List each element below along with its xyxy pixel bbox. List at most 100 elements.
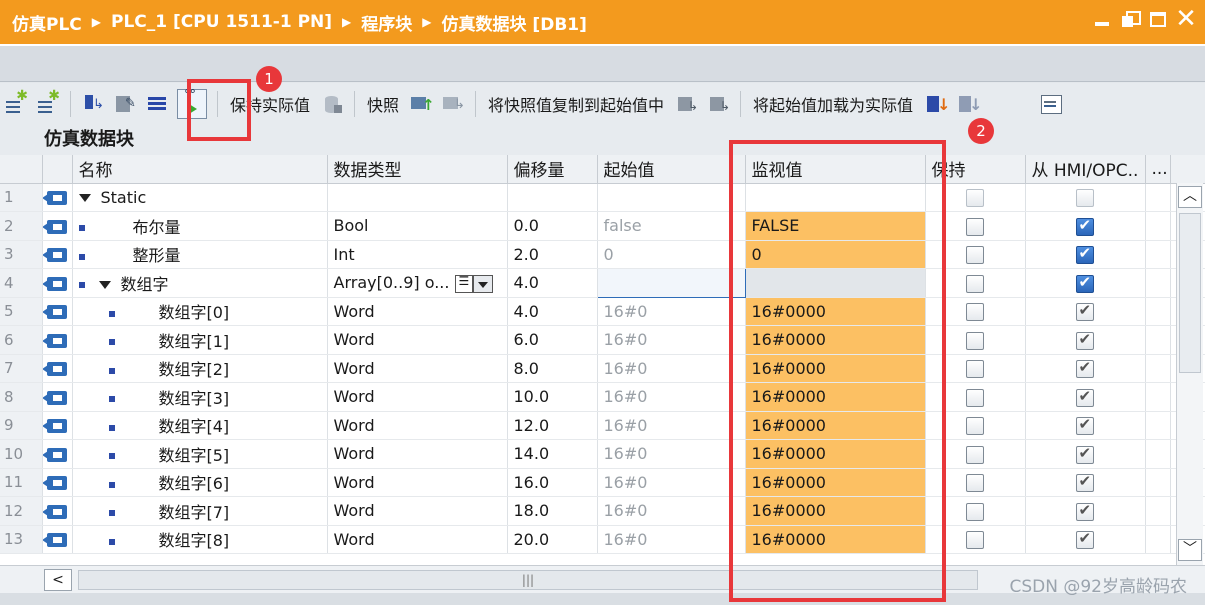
name-cell[interactable]: 数组字[8] — [72, 525, 328, 554]
retain-cell[interactable] — [925, 183, 1026, 212]
hmi-cell[interactable] — [1025, 211, 1146, 241]
column-header-offset[interactable]: 偏移量 — [507, 155, 598, 184]
hmi-cell[interactable] — [1025, 354, 1146, 383]
retain-checkbox[interactable] — [965, 217, 984, 236]
retain-checkbox[interactable] — [965, 388, 984, 407]
retain-checkbox[interactable] — [965, 303, 984, 321]
edit-icon[interactable] — [113, 92, 137, 116]
hmi-checkbox[interactable] — [1075, 244, 1094, 264]
name-cell[interactable]: Static — [72, 183, 328, 212]
hmi-cell[interactable] — [1025, 496, 1146, 526]
retain-cell[interactable] — [925, 211, 1026, 241]
hmi-checkbox[interactable] — [1075, 273, 1094, 293]
hmi-cell[interactable] — [1025, 268, 1146, 298]
name-cell[interactable]: 数组字[4] — [72, 411, 328, 440]
name-cell[interactable]: 整形量 — [72, 240, 328, 269]
retain-cell[interactable] — [925, 525, 1026, 554]
start-value-cell[interactable] — [596, 268, 746, 298]
start-value-cell[interactable] — [597, 183, 746, 212]
name-cell[interactable]: 数组字[3] — [72, 382, 328, 412]
array-editor-icon[interactable] — [455, 274, 474, 293]
retain-checkbox[interactable] — [965, 331, 984, 350]
hmi-cell[interactable] — [1025, 240, 1146, 269]
type-cell[interactable]: Array[0..9] o... — [327, 268, 508, 298]
hmi-cell[interactable] — [1025, 297, 1146, 326]
hmi-checkbox[interactable] — [1075, 216, 1094, 236]
monitor-all-icon[interactable] — [177, 88, 207, 119]
retain-checkbox[interactable] — [965, 445, 984, 464]
retain-checkbox[interactable] — [965, 246, 984, 264]
table-row[interactable]: 13 数组字[8] Word 20.0 16#0 16#0000 — [0, 525, 1205, 554]
snapshot-apply-icon[interactable] — [441, 92, 465, 116]
monitor-value-cell[interactable]: 16#0000 — [745, 439, 926, 469]
hmi-checkbox[interactable] — [1075, 415, 1094, 435]
retain-cell[interactable] — [925, 240, 1026, 269]
type-cell[interactable]: Word — [327, 439, 508, 469]
start-value-cell[interactable]: 16#0 — [597, 525, 746, 554]
hmi-cell[interactable] — [1025, 382, 1146, 412]
name-cell[interactable]: 数组字[0] — [72, 297, 328, 326]
retain-cell[interactable] — [925, 354, 1026, 383]
type-cell[interactable]: Bool — [327, 211, 508, 241]
retain-cell[interactable] — [925, 325, 1026, 355]
scroll-up-icon[interactable]: ︿ — [1178, 186, 1202, 208]
panel-layout-icon[interactable] — [1039, 92, 1063, 116]
snapshot-button[interactable]: 快照 — [367, 92, 399, 116]
type-cell[interactable]: Word — [327, 325, 508, 355]
breadcrumb-plc[interactable]: PLC_1 [CPU 1511-1 PN] — [111, 12, 332, 32]
monitor-value-cell[interactable]: FALSE — [745, 211, 926, 241]
table-row[interactable]: 8 数组字[3] Word 10.0 16#0 16#0000 — [0, 382, 1205, 412]
column-header-hmi-opc[interactable]: 从 HMI/OPC.. — [1025, 155, 1146, 184]
table-row[interactable]: 12 数组字[7] Word 18.0 16#0 16#0000 — [0, 496, 1205, 526]
column-header-datatype[interactable]: 数据类型 — [327, 155, 508, 184]
hmi-checkbox[interactable] — [1075, 529, 1094, 549]
retain-checkbox[interactable] — [965, 189, 984, 207]
type-cell[interactable]: Word — [327, 411, 508, 440]
database-icon[interactable] — [320, 92, 344, 116]
hmi-checkbox[interactable] — [1075, 358, 1094, 378]
type-cell[interactable]: Word — [327, 496, 508, 526]
start-value-cell[interactable]: 16#0 — [597, 325, 746, 355]
start-value-cell[interactable]: 16#0 — [597, 297, 746, 326]
retain-checkbox[interactable] — [965, 531, 984, 549]
retain-cell[interactable] — [925, 382, 1026, 412]
maximize-icon[interactable] — [1147, 8, 1169, 30]
retain-cell[interactable] — [925, 268, 1026, 298]
copy-all-icon[interactable] — [674, 92, 698, 116]
hmi-cell[interactable] — [1025, 439, 1146, 469]
start-value-cell[interactable]: false — [597, 211, 746, 241]
hmi-cell[interactable] — [1025, 325, 1146, 355]
type-cell[interactable]: Word — [327, 297, 508, 326]
type-cell[interactable]: Int — [327, 240, 508, 269]
copy-selected-icon[interactable] — [706, 92, 730, 116]
retain-cell[interactable] — [925, 468, 1026, 497]
hmi-cell[interactable] — [1025, 525, 1146, 554]
monitor-value-cell[interactable]: 16#0000 — [745, 382, 926, 412]
breadcrumb-db[interactable]: 仿真数据块 [DB1] — [442, 10, 587, 35]
start-value-cell[interactable]: 16#0 — [597, 382, 746, 412]
table-row[interactable]: 3 整形量 Int 2.0 0 0 — [0, 240, 1205, 269]
type-cell[interactable]: Word — [327, 468, 508, 497]
start-value-cell[interactable]: 16#0 — [597, 354, 746, 383]
start-value-cell[interactable]: 16#0 — [597, 468, 746, 497]
start-value-cell[interactable]: 16#0 — [597, 411, 746, 440]
vertical-scrollbar[interactable]: ︿ ﹀ — [1176, 183, 1203, 565]
retain-checkbox[interactable] — [965, 274, 984, 293]
column-header-start-value[interactable]: 起始值 — [597, 155, 746, 184]
column-header-name[interactable]: 名称 — [72, 155, 328, 184]
retain-cell[interactable] — [925, 439, 1026, 469]
column-header-more[interactable]: ... — [1145, 155, 1171, 184]
minimize-icon[interactable] — [1091, 8, 1113, 30]
monitor-value-cell[interactable]: 16#0000 — [745, 297, 926, 326]
scroll-left-icon[interactable]: < — [44, 569, 72, 591]
breadcrumb-program-blocks[interactable]: 程序块 — [361, 10, 412, 35]
snapshot-upload-icon[interactable] — [409, 92, 435, 116]
hmi-checkbox[interactable] — [1075, 472, 1094, 492]
table-row[interactable]: 6 数组字[1] Word 6.0 16#0 16#0000 — [0, 325, 1205, 355]
start-value-cell[interactable]: 0 — [597, 240, 746, 269]
table-row[interactable]: 10 数组字[5] Word 14.0 16#0 16#0000 — [0, 439, 1205, 469]
scroll-thumb[interactable] — [1179, 213, 1201, 373]
dropdown-arrow-icon[interactable] — [473, 274, 494, 293]
table-row[interactable]: 2 布尔量 Bool 0.0 false FALSE — [0, 211, 1205, 241]
retain-cell[interactable] — [925, 411, 1026, 440]
